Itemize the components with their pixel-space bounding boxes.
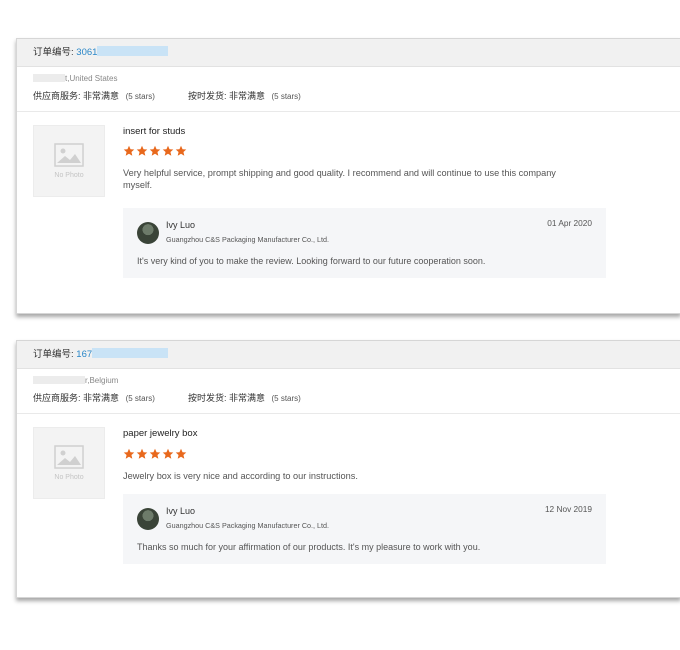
buyer-country: r,Belgium <box>85 376 119 385</box>
supplier-reply: Ivy Luo Guangzhou C&S Packaging Manufact… <box>123 494 606 564</box>
seller-ratings: 供应商服务: 非常满意 (5 stars) 按时发货: 非常满意 (5 star… <box>33 390 680 407</box>
ontime-shipping-stars: (5 stars) <box>271 92 301 101</box>
star-icon <box>123 448 135 459</box>
ontime-shipping-label: 按时发货: <box>187 393 227 403</box>
order-number-link[interactable]: 3061 <box>76 47 97 58</box>
ontime-shipping-label: 按时发货: <box>187 91 227 101</box>
star-icon <box>136 145 148 156</box>
product-photo-placeholder: No Photo <box>33 125 105 197</box>
product-title[interactable]: paper jewelry box <box>123 428 197 439</box>
buyer-location: t,United States <box>33 73 680 85</box>
ontime-shipping-value: 非常满意 <box>228 91 265 101</box>
reply-text: It's very kind of you to make the review… <box>137 256 486 266</box>
reply-author-name: Ivy Luo <box>166 220 196 230</box>
ontime-shipping-stars: (5 stars) <box>271 394 301 403</box>
review-text: Very helpful service, prompt shipping an… <box>123 168 556 190</box>
supplier-service-label: 供应商服务: <box>33 91 81 101</box>
product-title[interactable]: insert for studs <box>123 126 185 137</box>
redacted-order-digits <box>92 348 169 358</box>
supplier-service-stars: (5 stars) <box>125 394 155 403</box>
star-icon <box>123 145 135 156</box>
no-photo-label: No Photo <box>54 474 84 481</box>
order-label: 订单编号: <box>33 47 74 58</box>
order-header: 订单编号: 167 <box>17 341 680 369</box>
redacted-order-digits <box>97 46 169 56</box>
redacted-buyer-name <box>33 376 85 384</box>
image-placeholder-icon <box>54 143 84 167</box>
supplier-service-value: 非常满意 <box>83 91 120 101</box>
buyer-meta: r,Belgium 供应商服务: 非常满意 (5 stars) 按时发货: 非常… <box>17 369 680 414</box>
supplier-service-stars: (5 stars) <box>125 92 155 101</box>
star-icon <box>175 448 187 459</box>
supplier-reply: Ivy Luo Guangzhou C&S Packaging Manufact… <box>123 208 606 278</box>
reply-author-name: Ivy Luo <box>166 506 196 516</box>
reply-date: 01 Apr 2020 <box>547 218 592 228</box>
ontime-shipping-value: 非常满意 <box>228 393 265 403</box>
product-photo-placeholder: No Photo <box>33 427 105 499</box>
no-photo-label: No Photo <box>54 172 84 179</box>
buyer-location: r,Belgium <box>33 375 680 387</box>
order-label: 订单编号: <box>33 349 74 360</box>
review-card: 订单编号: 167 r,Belgium 供应商服务: 非常满意 (5 stars… <box>16 340 680 598</box>
buyer-meta: t,United States 供应商服务: 非常满意 (5 stars) 按时… <box>17 67 680 112</box>
avatar <box>137 508 159 530</box>
star-icon <box>175 145 187 156</box>
buyer-country: t,United States <box>65 74 118 83</box>
star-rating <box>123 145 187 157</box>
image-placeholder-icon <box>54 445 84 469</box>
seller-ratings: 供应商服务: 非常满意 (5 stars) 按时发货: 非常满意 (5 star… <box>33 88 680 105</box>
order-header: 订单编号: 3061 <box>17 39 680 67</box>
star-icon <box>149 448 161 459</box>
star-rating <box>123 448 187 460</box>
reply-company: Guangzhou C&S Packaging Manufacturer Co.… <box>166 521 330 530</box>
redacted-buyer-name <box>33 74 65 82</box>
star-icon <box>149 145 161 156</box>
supplier-service-label: 供应商服务: <box>33 393 81 403</box>
reply-date: 12 Nov 2019 <box>544 504 592 514</box>
avatar <box>137 222 159 244</box>
order-number-link[interactable]: 167 <box>76 349 92 360</box>
review-text: Jewelry box is very nice and according t… <box>123 471 358 481</box>
star-icon <box>136 448 148 459</box>
supplier-service-value: 非常满意 <box>83 393 120 403</box>
review-card: 订单编号: 3061 t,United States 供应商服务: 非常满意 (… <box>16 38 680 314</box>
star-icon <box>162 145 174 156</box>
reply-text: Thanks so much for your affirmation of o… <box>137 542 481 552</box>
star-icon <box>162 448 174 459</box>
reply-company: Guangzhou C&S Packaging Manufacturer Co.… <box>166 235 330 244</box>
